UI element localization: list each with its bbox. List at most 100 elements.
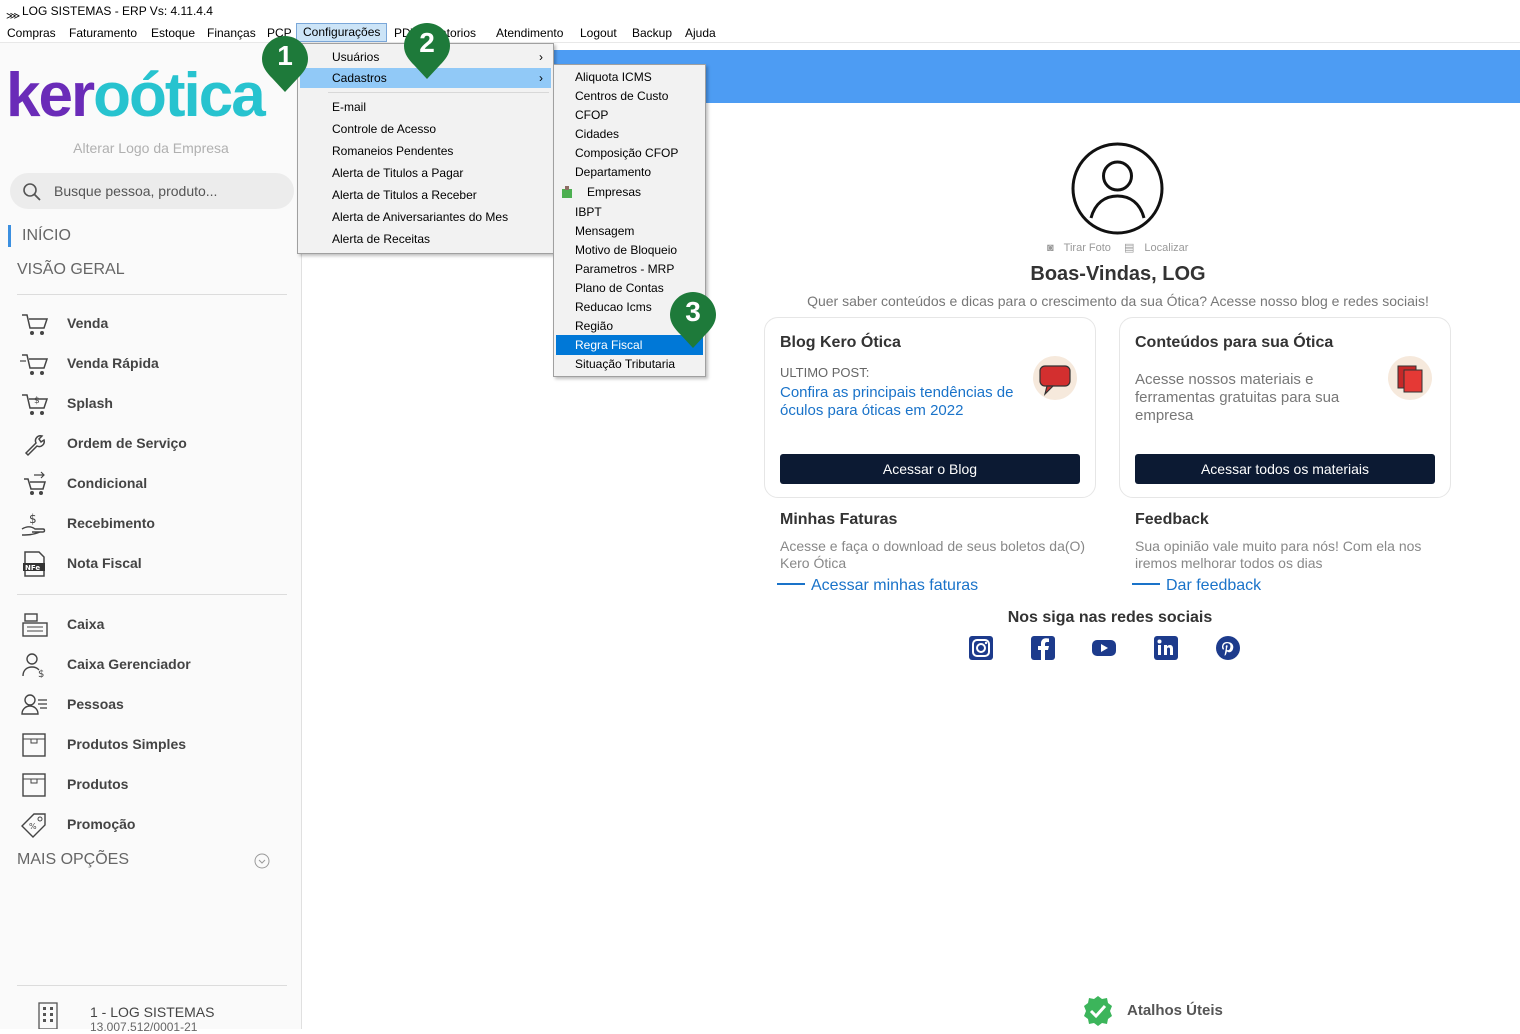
sidebar-item-pessoas[interactable]: Pessoas xyxy=(20,690,290,720)
chevron-down-icon[interactable] xyxy=(254,853,270,869)
svg-text:$: $ xyxy=(38,669,44,678)
youtube-icon[interactable] xyxy=(1091,635,1117,661)
sidebar-item-splash[interactable]: $ Splash xyxy=(20,389,290,419)
atalhos-uteis[interactable]: Atalhos Úteis xyxy=(1127,1002,1223,1019)
svg-text:$: $ xyxy=(34,396,40,406)
sidebar-item-venda-rapida[interactable]: Venda Rápida xyxy=(20,349,290,379)
sidebar-item-promocao[interactable]: % Promoção xyxy=(20,810,290,840)
menu-financas[interactable]: Finanças xyxy=(207,25,256,41)
conteudos-title: Conteúdos para sua Ótica xyxy=(1135,334,1334,351)
divider xyxy=(17,594,287,595)
step-badge-2: 2 xyxy=(402,21,452,81)
feedback-link[interactable]: Dar feedback xyxy=(1132,577,1261,595)
sidebar-item-recebimento[interactable]: $ Recebimento xyxy=(20,509,290,539)
window-title: LOG SISTEMAS - ERP Vs: 4.11.4.4 xyxy=(22,4,213,18)
company-cnpj: 13.007.512/0001-21 xyxy=(90,1020,198,1034)
sidebar-item-caixa-gerenciador[interactable]: $ Caixa Gerenciador xyxy=(20,650,290,680)
facebook-icon[interactable] xyxy=(1030,635,1056,661)
linkedin-icon[interactable] xyxy=(1153,635,1179,661)
svg-text:NFe: NFe xyxy=(25,564,40,572)
social-title: Nos siga nas redes sociais xyxy=(1007,609,1213,626)
search-image-icon: ▤ xyxy=(1123,242,1135,254)
menu-estoque[interactable]: Estoque xyxy=(151,25,195,41)
cart-icon xyxy=(22,314,49,335)
menu-item-parametros-mrp[interactable]: Parametros - MRP xyxy=(556,259,703,279)
step-badge-1: 1 xyxy=(260,34,310,94)
localizar-link[interactable]: Localizar xyxy=(1144,242,1188,254)
building-icon xyxy=(38,1002,58,1029)
faturas-desc: Acesse e faça o download de seus boletos… xyxy=(780,538,1086,571)
menu-ajuda[interactable]: Ajuda xyxy=(685,25,716,41)
menu-item-centros-custo[interactable]: Centros de Custo xyxy=(556,86,703,106)
company-name: 1 - LOG SISTEMAS xyxy=(90,1004,215,1020)
company-logo[interactable]: keroótica xyxy=(6,65,266,127)
acessar-materiais-button[interactable]: Acessar todos os materiais xyxy=(1135,454,1435,484)
blog-card: Blog Kero Ótica ULTIMO POST: Confira as … xyxy=(764,317,1096,498)
menu-item-alerta-pagar[interactable]: Alerta de Titulos a Pagar xyxy=(300,163,551,183)
menu-item-cidades[interactable]: Cidades xyxy=(556,124,703,144)
avatar-icon[interactable] xyxy=(1071,142,1164,235)
menu-item-departamento[interactable]: Departamento xyxy=(556,162,703,182)
chevron-right-icon: › xyxy=(539,50,543,64)
menu-item-romaneios[interactable]: Romaneios Pendentes xyxy=(300,141,551,161)
arrow-right-icon xyxy=(777,583,805,585)
alter-logo-link[interactable]: Alterar Logo da Empresa xyxy=(0,140,302,156)
chevron-right-icon: › xyxy=(539,71,543,85)
logo-part-1: ker xyxy=(6,61,95,130)
menu-item-alerta-aniversariantes[interactable]: Alerta de Aniversariantes do Mes xyxy=(300,207,551,227)
sidebar-item-produtos[interactable]: Produtos xyxy=(20,770,290,800)
menu-item-controle-acesso[interactable]: Controle de Acesso xyxy=(300,119,551,139)
window-title-bar: ⋙ LOG SISTEMAS - ERP Vs: 4.11.4.4 xyxy=(0,0,1520,22)
menu-item-ibpt[interactable]: IBPT xyxy=(556,202,703,222)
box-icon xyxy=(22,773,46,797)
sidebar-item-produtos-simples[interactable]: Produtos Simples xyxy=(20,730,290,760)
search-input[interactable] xyxy=(54,181,284,201)
pinterest-icon[interactable] xyxy=(1215,635,1241,661)
blog-post-link[interactable]: Confira as principais tendências de ócul… xyxy=(780,384,1020,420)
people-icon xyxy=(21,694,47,715)
check-badge-icon xyxy=(1084,996,1112,1026)
menu-item-alerta-receitas[interactable]: Alerta de Receitas xyxy=(300,229,551,249)
sidebar-item-ordem-servico[interactable]: Ordem de Serviço xyxy=(20,429,290,459)
nav-inicio[interactable]: INÍCIO xyxy=(8,225,71,247)
hand-dollar-icon: $ xyxy=(21,512,46,536)
menu-item-mensagem[interactable]: Mensagem xyxy=(556,221,703,241)
menu-backup[interactable]: Backup xyxy=(632,25,672,41)
blog-title: Blog Kero Ótica xyxy=(780,334,901,351)
cart-dollar-icon: $ xyxy=(22,394,49,415)
logo-part-2: oótica xyxy=(93,61,266,130)
arrow-right-icon xyxy=(1132,583,1160,585)
menu-compras[interactable]: Compras xyxy=(7,25,56,41)
menu-item-empresas[interactable]: Empresas xyxy=(556,182,703,202)
sidebar: keroótica Alterar Logo da Empresa INÍCIO… xyxy=(0,43,302,1034)
sidebar-item-caixa[interactable]: Caixa xyxy=(20,610,290,640)
tirar-foto-link[interactable]: Tirar Foto xyxy=(1064,242,1111,254)
step-badge-3: 3 xyxy=(668,290,718,350)
menu-item-aliquota-icms[interactable]: Aliquota ICMS xyxy=(556,67,703,87)
mais-opcoes[interactable]: MAIS OPÇÕES xyxy=(17,851,129,869)
camera-icon: ◙ xyxy=(1047,242,1054,254)
faturas-link[interactable]: Acessar minhas faturas xyxy=(777,577,978,595)
menu-faturamento[interactable]: Faturamento xyxy=(69,25,137,41)
sidebar-item-nota-fiscal[interactable]: NFe Nota Fiscal xyxy=(20,549,290,579)
conteudos-card: Conteúdos para sua Ótica Acesse nossos m… xyxy=(1119,317,1451,498)
cart-arrows-icon xyxy=(24,471,46,495)
building-green-icon xyxy=(562,186,572,198)
menu-item-alerta-receber[interactable]: Alerta de Titulos a Receber xyxy=(300,185,551,205)
menu-logout[interactable]: Logout xyxy=(580,25,617,41)
menu-separator xyxy=(328,92,549,93)
books-icon xyxy=(1388,356,1432,400)
menu-item-cfop[interactable]: CFOP xyxy=(556,105,703,125)
menu-item-email[interactable]: E-mail xyxy=(300,97,551,117)
search-box[interactable] xyxy=(10,173,294,209)
menu-item-situacao-tributaria[interactable]: Situação Tributaria xyxy=(556,354,703,374)
search-icon xyxy=(23,183,41,201)
sidebar-item-condicional[interactable]: Condicional xyxy=(20,469,290,499)
instagram-icon[interactable] xyxy=(968,635,994,661)
menu-item-composicao-cfop[interactable]: Composição CFOP xyxy=(556,143,703,163)
welcome-subtitle: Quer saber conteúdos e dicas para o cres… xyxy=(807,293,1429,309)
sidebar-item-venda[interactable]: Venda xyxy=(20,309,290,339)
menu-item-motivo-bloqueio[interactable]: Motivo de Bloqueio xyxy=(556,240,703,260)
menu-atendimento[interactable]: Atendimento xyxy=(496,25,563,41)
acessar-blog-button[interactable]: Acessar o Blog xyxy=(780,454,1080,484)
